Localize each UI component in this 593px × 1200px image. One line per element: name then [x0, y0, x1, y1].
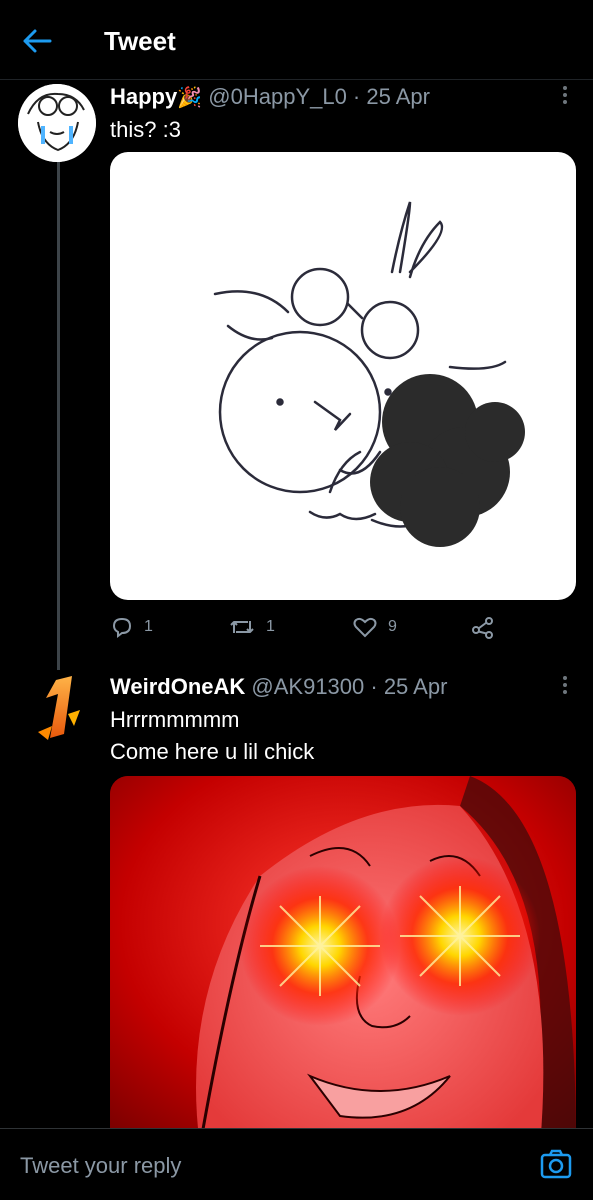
tweet-image-glowing-eyes[interactable] [110, 776, 576, 1146]
tweet-image-drawing[interactable] [110, 152, 576, 600]
party-popper-icon: 🎉 [177, 87, 203, 109]
reply-count: 1 [144, 618, 153, 635]
tweet-happy: Happy🎉 @0HappY_L0 · 25 Apr this? :3 1 1 … [0, 80, 593, 660]
share-button[interactable] [470, 610, 506, 644]
tweet-text-line-1: Hrrrmmmmm [110, 707, 240, 732]
display-name[interactable]: WeirdOneAK [110, 674, 245, 699]
retweet-icon [230, 621, 254, 633]
like-count: 9 [388, 618, 397, 635]
back-arrow-icon[interactable] [22, 26, 58, 56]
like-button[interactable]: 9 [352, 610, 397, 644]
handle-and-date: @0HappY_L0 · 25 Apr [208, 84, 430, 109]
top-bar: Tweet [0, 0, 593, 80]
display-name[interactable]: Happy [110, 84, 177, 109]
more-options-icon[interactable] [559, 86, 571, 108]
tweet-actions: 1 1 9 [110, 610, 580, 644]
heart-icon [353, 617, 377, 638]
reply-input[interactable] [18, 1147, 502, 1185]
tweet-weirdoneak: WeirdOneAK @AK91300 · 25 Apr Hrrrmmmmm C… [0, 670, 593, 1146]
avatar[interactable] [28, 674, 88, 746]
more-options-icon[interactable] [559, 676, 571, 698]
retweet-count: 1 [266, 618, 275, 635]
avatar[interactable] [18, 84, 96, 162]
tweet-header: WeirdOneAK @AK91300 · 25 Apr [110, 674, 447, 700]
handle-and-date: @AK91300 · 25 Apr [251, 674, 448, 699]
retweet-button[interactable]: 1 [228, 610, 275, 644]
reply-icon [112, 617, 132, 638]
tweet-header: Happy🎉 @0HappY_L0 · 25 Apr [110, 84, 430, 110]
reply-bar [0, 1128, 593, 1200]
tweet-text: this? :3 [110, 117, 181, 142]
tweet-text-line-2: Come here u lil chick [110, 739, 315, 764]
share-icon [472, 617, 493, 639]
page-title: Tweet [104, 26, 176, 56]
reply-button[interactable]: 1 [110, 610, 153, 644]
camera-icon[interactable] [539, 1147, 573, 1181]
